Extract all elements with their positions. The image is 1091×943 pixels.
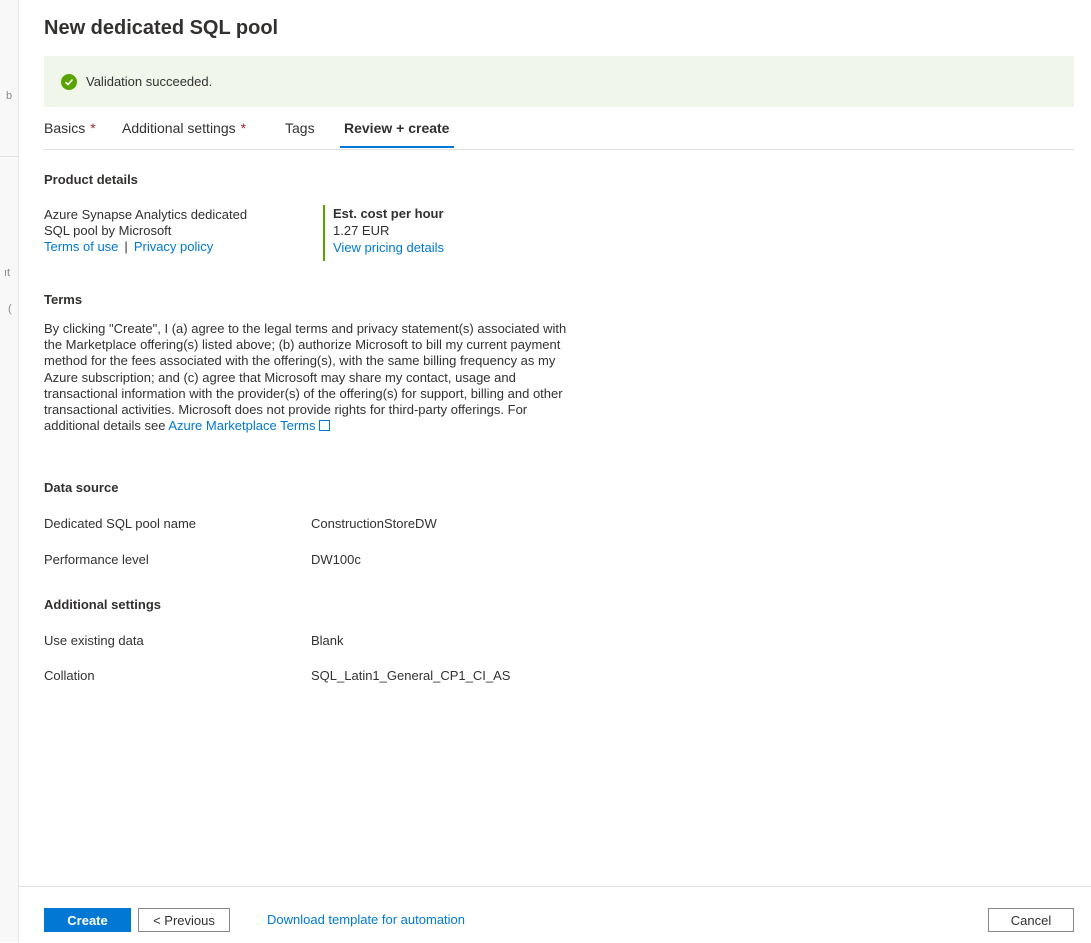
field-label: Dedicated SQL pool name [44, 516, 197, 531]
field-label: Use existing data [44, 633, 144, 648]
validation-banner: Validation succeeded. [44, 56, 1074, 107]
field-label: Collation [44, 668, 95, 683]
product-description: Azure Synapse Analytics dedicated SQL po… [44, 207, 247, 255]
previous-button[interactable]: < Previous [138, 908, 230, 932]
wizard-tabs: Basics * Additional settings * Tags Review… [44, 119, 1074, 150]
section-heading-data-source: Data source [44, 480, 119, 495]
required-marker: * [90, 120, 96, 136]
cost-label: Est. cost per hour [333, 206, 444, 221]
background-fragment: ( [8, 303, 12, 315]
tab-label: Tags [285, 120, 315, 136]
field-value: DW100c [311, 552, 361, 567]
cost-value: 1.27 EUR [333, 223, 390, 238]
privacy-policy-link[interactable]: Privacy policy [134, 239, 213, 254]
check-circle-icon [61, 73, 77, 90]
external-link-icon [319, 420, 331, 432]
terms-text: By clicking "Create", I (a) agree to the… [44, 321, 584, 434]
terms-body: By clicking "Create", I (a) agree to the… [44, 321, 567, 434]
background-blade-strip: b ıt ( [0, 0, 19, 942]
create-pool-panel: New dedicated SQL pool Validation succee… [19, 0, 1091, 943]
background-fragment: ıt [4, 267, 11, 279]
product-line: Azure Synapse Analytics dedicated [44, 207, 248, 222]
product-line: SQL pool by Microsoft [44, 223, 172, 238]
background-fragment: b [6, 90, 13, 102]
field-value: Blank [311, 633, 344, 648]
tab-basics[interactable]: Basics * [44, 120, 96, 136]
section-heading-additional-settings: Additional settings [44, 597, 161, 612]
background-divider [0, 156, 18, 157]
field-label: Performance level [44, 552, 149, 567]
section-heading-product-details: Product details [44, 172, 138, 187]
tab-tags[interactable]: Tags [285, 120, 315, 136]
create-button[interactable]: Create [44, 908, 131, 932]
tab-label: Review + create [344, 120, 450, 136]
tab-review-create[interactable]: Review + create [344, 120, 449, 136]
tab-label: Basics [44, 120, 86, 136]
section-heading-terms: Terms [44, 292, 83, 307]
panel-footer: Create < Previous Download template for … [19, 886, 1091, 943]
view-pricing-link[interactable]: View pricing details [333, 239, 444, 257]
product-links: Terms of use | Privacy policy [44, 239, 247, 255]
field-value: ConstructionStoreDW [311, 516, 437, 531]
link-separator: | [124, 239, 128, 254]
required-marker: * [240, 120, 247, 136]
active-tab-indicator [340, 146, 454, 148]
tab-label: Additional settings [122, 120, 236, 136]
field-value: SQL_Latin1_General_CP1_CI_AS [311, 668, 511, 683]
cost-summary: Est. cost per hour 1.27 EUR View pricing… [323, 205, 444, 261]
download-template-link[interactable]: Download template for automation [267, 912, 465, 927]
marketplace-terms-link[interactable]: Azure Marketplace Terms [168, 418, 331, 434]
validation-message: Validation succeeded. [86, 74, 213, 89]
marketplace-terms-label: Azure Marketplace Terms [168, 418, 316, 434]
tab-additional-settings[interactable]: Additional settings * [122, 120, 246, 136]
terms-of-use-link[interactable]: Terms of use [44, 239, 118, 254]
cancel-button[interactable]: Cancel [988, 908, 1074, 932]
page-title: New dedicated SQL pool [44, 17, 279, 39]
